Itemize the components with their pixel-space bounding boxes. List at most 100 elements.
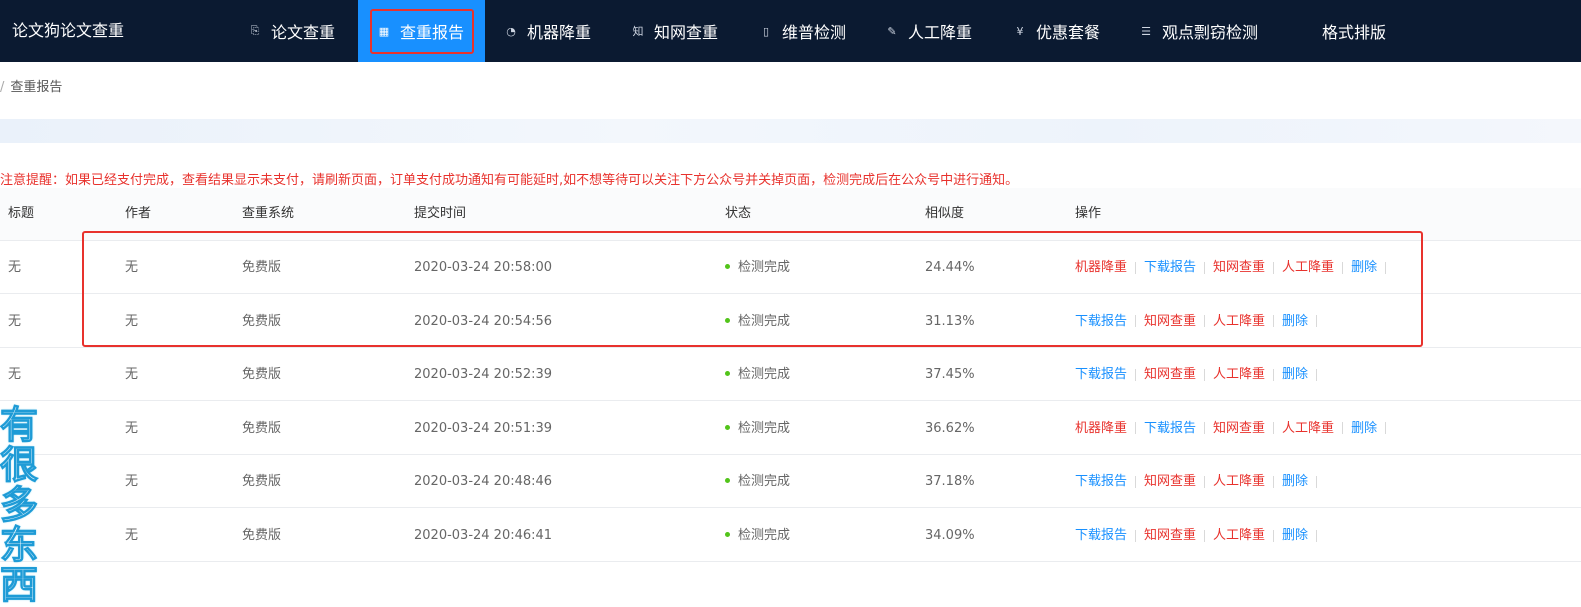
cell-author: 无 <box>125 367 139 383</box>
calendar-icon: ▦ <box>378 24 390 38</box>
nav-item-8[interactable]: 格式排版 <box>1322 0 1386 62</box>
action-link[interactable]: 人工降重 <box>1213 348 1265 401</box>
nav-item-0[interactable]: ⎘ 论文查重 <box>247 0 335 62</box>
cell-time: 2020-03-24 20:48:46 <box>414 474 553 490</box>
action-link[interactable]: 删除 <box>1351 241 1377 294</box>
action-separator <box>1385 422 1387 435</box>
status-text: 检测完成 <box>738 528 791 543</box>
cell-similarity: 34.09% <box>925 528 975 543</box>
action-link[interactable]: 删除 <box>1351 402 1377 455</box>
action-separator <box>1135 368 1137 381</box>
cell-time: 2020-03-24 20:51:39 <box>414 420 553 436</box>
action-separator <box>1135 261 1137 274</box>
nav-item-label: 人工降重 <box>908 23 973 42</box>
nav-item-label: 机器降重 <box>527 23 592 42</box>
cell-status: 检测完成 <box>725 509 790 562</box>
action-link[interactable]: 知网查重 <box>1144 348 1196 401</box>
action-link[interactable]: 机器降重 <box>1075 402 1127 455</box>
action-link[interactable]: 机器降重 <box>1075 241 1127 294</box>
header-similarity: 相似度 <box>925 206 965 221</box>
cell-system: 免费版 <box>242 367 282 383</box>
action-link[interactable]: 下载报告 <box>1075 295 1127 348</box>
action-link[interactable]: 知网查重 <box>1213 241 1265 294</box>
nav-item-label: 知网查重 <box>654 23 719 42</box>
action-separator <box>1273 475 1275 488</box>
cell-author: 无 <box>125 260 139 275</box>
table-row: 无 免费版 2020-03-24 20:51:39 检测完成 36.62% 机器降重 下载报… <box>0 402 1581 455</box>
action-link[interactable]: 删除 <box>1282 295 1308 348</box>
banner-band <box>0 119 1581 143</box>
action-link[interactable]: 下载报告 <box>1075 348 1127 401</box>
nav-item-6[interactable]: ¥ 优惠套餐 <box>1012 0 1101 62</box>
status-dot-icon <box>725 478 730 484</box>
action-link[interactable]: 知网查重 <box>1144 509 1196 562</box>
action-link[interactable]: 下载报告 <box>1075 455 1127 508</box>
cell-system: 免费版 <box>242 313 282 329</box>
action-link[interactable]: 下载报告 <box>1144 402 1196 455</box>
action-link[interactable]: 人工降重 <box>1213 455 1265 508</box>
hand-edit-icon: ✎ <box>887 24 897 38</box>
nav-item-2[interactable]: ◔ 机器降重 <box>503 0 591 62</box>
nav-item-label: 优惠套餐 <box>1036 23 1101 42</box>
cell-actions: 下载报告 知网查重 人工降重 删除 <box>1075 348 1325 401</box>
nav-item-1[interactable]: ▦ 查重报告 <box>358 0 485 62</box>
nav-item-label: 论文查重 <box>271 23 336 42</box>
action-separator <box>1316 475 1318 488</box>
payment-notice: 注意提醒：如果已经支付完成，查看结果显示未支付，请刷新页面，订单支付成功通知有可… <box>0 173 1019 188</box>
table-row: 无 无 免费版 2020-03-24 20:54:56 检测完成 31.13% 下载报告 知网… <box>0 295 1581 348</box>
table-row: 无 免费版 2020-03-24 20:46:41 检测完成 34.09% 下载报告 知网查… <box>0 509 1581 562</box>
action-separator <box>1135 422 1137 435</box>
table-row: 无 无 免费版 2020-03-24 20:58:00 检测完成 24.44% 机器降重 下载… <box>0 241 1581 294</box>
action-separator <box>1273 261 1275 274</box>
cell-system: 免费版 <box>242 420 282 436</box>
status-text: 检测完成 <box>738 260 791 275</box>
cell-status: 检测完成 <box>725 402 790 455</box>
action-separator <box>1316 529 1318 542</box>
status-dot-icon <box>725 317 730 323</box>
action-link[interactable]: 人工降重 <box>1282 241 1334 294</box>
action-link[interactable]: 删除 <box>1282 509 1308 562</box>
overlay-watermark-text: 有很多东西 <box>0 403 39 607</box>
action-link[interactable]: 人工降重 <box>1213 295 1265 348</box>
brand-title[interactable]: 论文狗论文查重 <box>12 0 124 62</box>
action-link[interactable]: 删除 <box>1282 348 1308 401</box>
status-dot-icon <box>725 532 730 537</box>
status-text: 检测完成 <box>738 474 791 490</box>
nav-item-4[interactable]: ▯ 维普检测 <box>758 0 846 62</box>
cell-system: 免费版 <box>242 474 282 490</box>
action-link[interactable]: 人工降重 <box>1213 509 1265 562</box>
cell-author: 无 <box>125 420 139 436</box>
cell-similarity: 31.13% <box>925 313 975 329</box>
action-link[interactable]: 下载报告 <box>1075 509 1127 562</box>
table-row: 无 免费版 2020-03-24 20:48:46 检测完成 37.18% 下载报告 知网查… <box>0 455 1581 509</box>
nav-item-7[interactable]: ☰ 观点剽窃检测 <box>1138 0 1258 62</box>
action-link[interactable]: 知网查重 <box>1213 402 1265 455</box>
cell-actions: 机器降重 下载报告 知网查重 人工降重 删除 <box>1075 241 1394 294</box>
cell-actions: 下载报告 知网查重 人工降重 删除 <box>1075 509 1325 562</box>
cell-status: 检测完成 <box>725 348 790 401</box>
action-link[interactable]: 下载报告 <box>1144 241 1196 294</box>
nav-item-5[interactable]: ✎ 人工降重 <box>884 0 972 62</box>
action-separator <box>1273 315 1275 328</box>
action-link[interactable]: 知网查重 <box>1144 455 1196 508</box>
cell-actions: 机器降重 下载报告 知网查重 人工降重 删除 <box>1075 402 1394 455</box>
status-text: 检测完成 <box>738 420 791 436</box>
status-text: 检测完成 <box>738 313 791 329</box>
header-actions: 操作 <box>1075 206 1102 221</box>
action-separator <box>1316 315 1318 328</box>
action-link[interactable]: 删除 <box>1282 455 1308 508</box>
cell-author: 无 <box>125 313 139 329</box>
action-link[interactable]: 知网查重 <box>1144 295 1196 348</box>
nav-item-3[interactable]: 知知网查重 <box>630 0 719 62</box>
breadcrumb-separator: / <box>0 80 5 95</box>
table-row: 无 无 免费版 2020-03-24 20:52:39 检测完成 37.45% 下载报告 知网… <box>0 348 1581 402</box>
table-header: 标题 作者 查重系统 提交时间 状态 相似度 操作 <box>0 188 1581 241</box>
cell-title: 无 <box>8 367 22 383</box>
action-link[interactable]: 人工降重 <box>1282 402 1334 455</box>
status-dot-icon <box>725 371 730 377</box>
cell-actions: 下载报告 知网查重 人工降重 删除 <box>1075 295 1325 348</box>
nav-item-label: 查重报告 <box>400 23 465 42</box>
action-separator <box>1135 315 1137 328</box>
cell-similarity: 37.18% <box>925 474 975 490</box>
top-nav: 论文狗论文查重 ⎘ 论文查重 ▦ 查重报告 ◔ 机器降重 知知网查重 ▯ 维普检测 ✎ 人工降重 ¥ 优… <box>0 0 1581 62</box>
